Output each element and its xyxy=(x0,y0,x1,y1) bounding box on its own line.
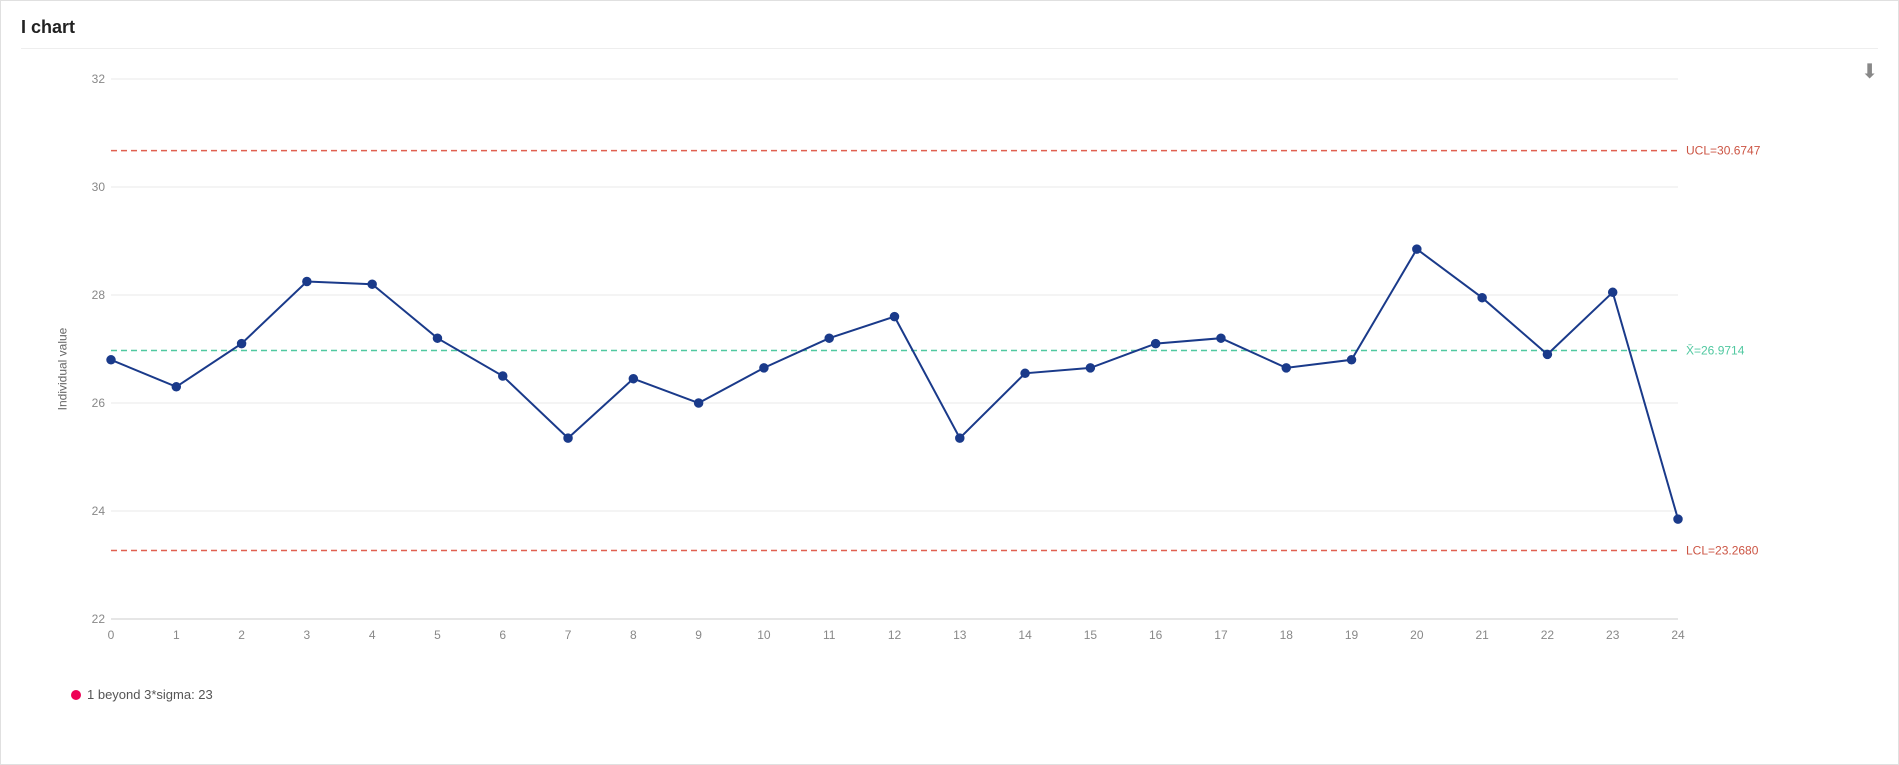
svg-text:X̄=26.9714: X̄=26.9714 xyxy=(1686,344,1745,358)
y-axis-label: Individual value xyxy=(55,328,69,411)
svg-text:4: 4 xyxy=(369,628,376,642)
svg-text:18: 18 xyxy=(1280,628,1294,642)
chart-title: I chart xyxy=(21,17,1878,49)
svg-text:10: 10 xyxy=(757,628,771,642)
svg-text:15: 15 xyxy=(1084,628,1098,642)
svg-text:17: 17 xyxy=(1214,628,1228,642)
svg-text:24: 24 xyxy=(1671,628,1685,642)
svg-text:0: 0 xyxy=(108,628,115,642)
svg-text:9: 9 xyxy=(695,628,702,642)
svg-text:5: 5 xyxy=(434,628,441,642)
chart-svg: 2224262830320123456789101112131415161718… xyxy=(71,59,1798,679)
svg-text:UCL=30.6747: UCL=30.6747 xyxy=(1686,144,1761,158)
download-button[interactable]: ⬇ xyxy=(1861,59,1878,84)
svg-text:12: 12 xyxy=(888,628,902,642)
svg-text:30: 30 xyxy=(92,180,106,194)
svg-text:28: 28 xyxy=(92,288,106,302)
svg-text:7: 7 xyxy=(565,628,572,642)
svg-text:26: 26 xyxy=(92,396,106,410)
chart-container: I chart ⬇ Individual value 2224262830320… xyxy=(0,0,1899,765)
svg-text:16: 16 xyxy=(1149,628,1163,642)
svg-text:32: 32 xyxy=(92,72,106,86)
svg-text:20: 20 xyxy=(1410,628,1424,642)
svg-text:23: 23 xyxy=(1606,628,1620,642)
svg-text:2: 2 xyxy=(238,628,245,642)
svg-text:3: 3 xyxy=(304,628,311,642)
svg-text:13: 13 xyxy=(953,628,967,642)
legend-dot-icon xyxy=(71,690,81,700)
svg-text:22: 22 xyxy=(1541,628,1555,642)
chart-area: ⬇ Individual value 222426283032012345678… xyxy=(21,59,1878,679)
legend-area: 1 beyond 3*sigma: 23 xyxy=(21,687,1878,703)
svg-text:11: 11 xyxy=(823,628,836,642)
svg-text:8: 8 xyxy=(630,628,637,642)
legend-item: 1 beyond 3*sigma: 23 xyxy=(71,687,213,702)
svg-text:1: 1 xyxy=(173,628,180,642)
svg-text:24: 24 xyxy=(92,504,106,518)
svg-text:22: 22 xyxy=(92,612,106,626)
svg-text:6: 6 xyxy=(499,628,506,642)
svg-text:14: 14 xyxy=(1018,628,1032,642)
svg-text:LCL=23.2680: LCL=23.2680 xyxy=(1686,544,1759,558)
svg-text:21: 21 xyxy=(1475,628,1489,642)
svg-text:19: 19 xyxy=(1345,628,1359,642)
legend-label: 1 beyond 3*sigma: 23 xyxy=(87,687,213,702)
